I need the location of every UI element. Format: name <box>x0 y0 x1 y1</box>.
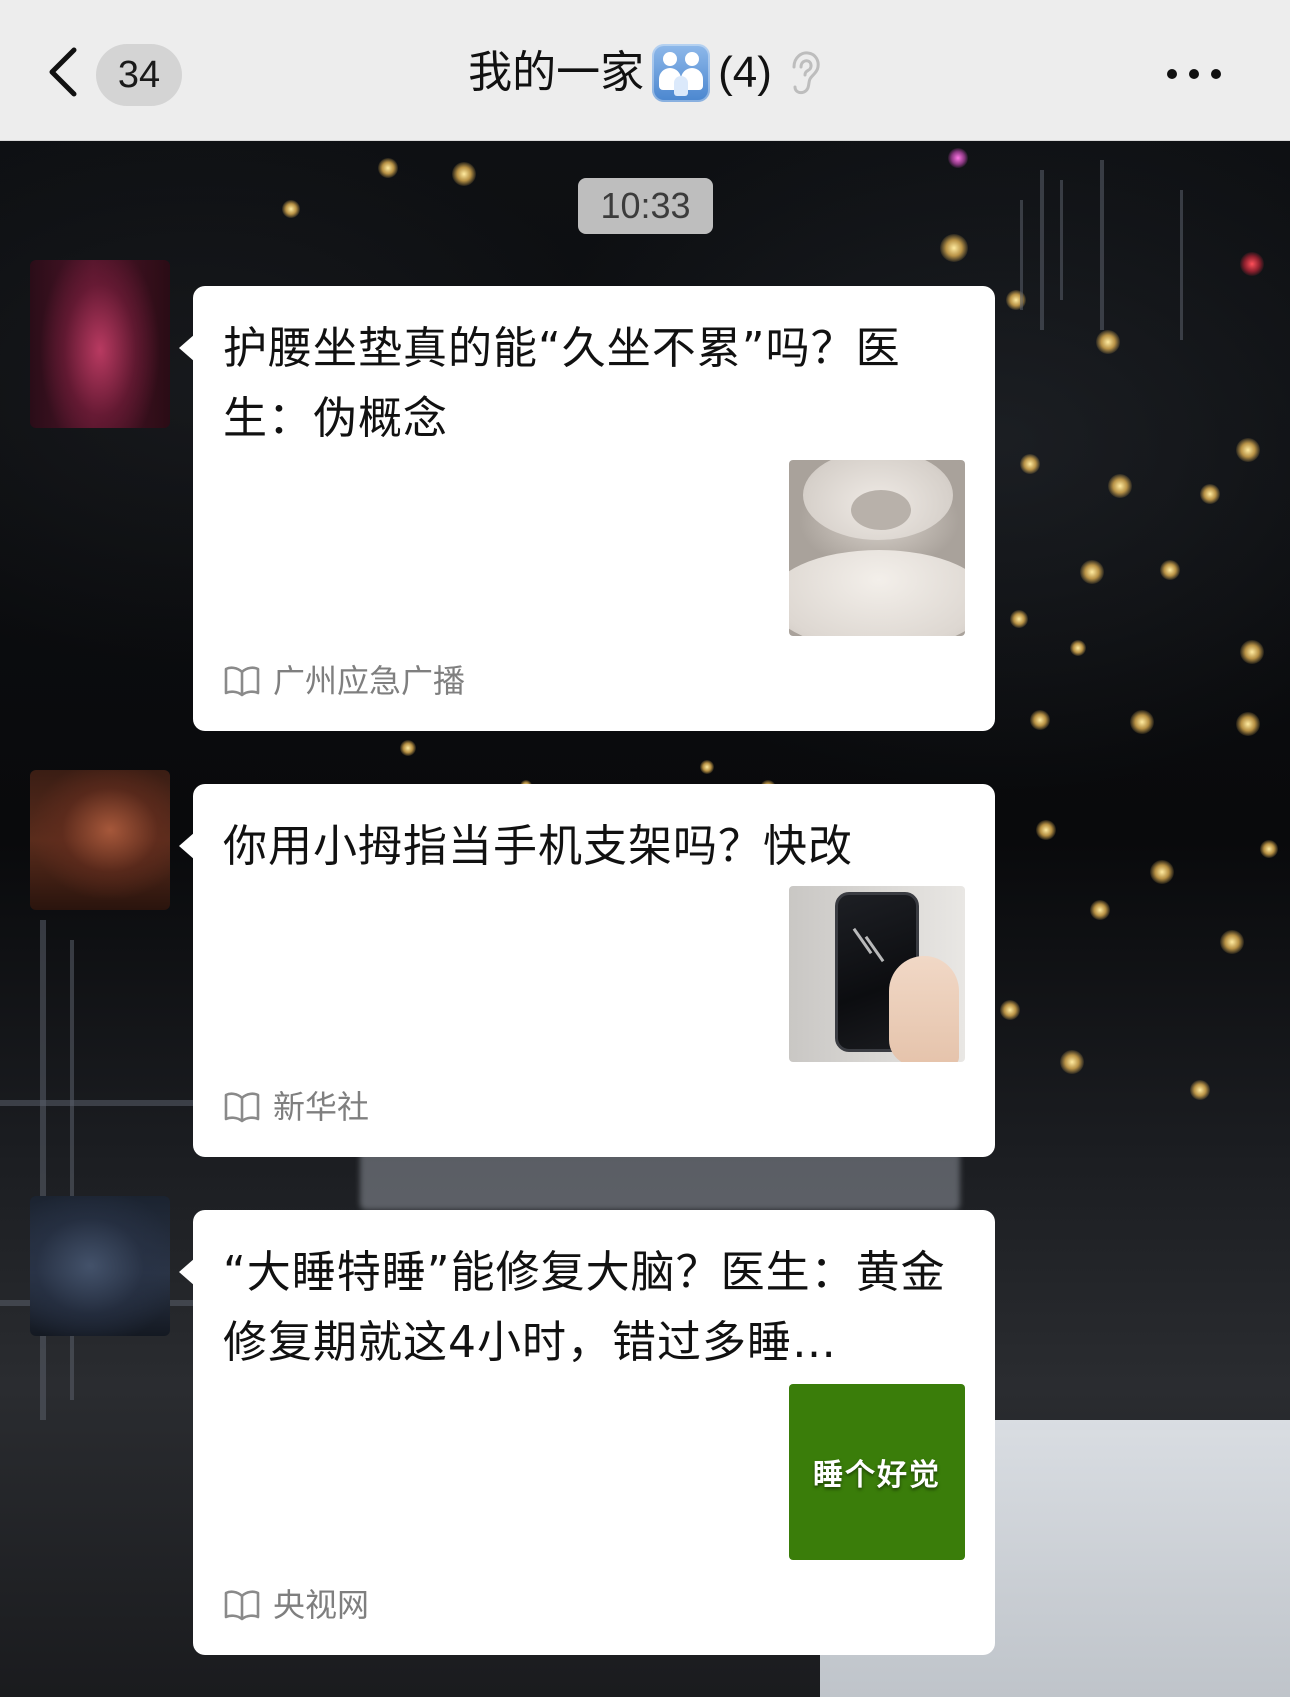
background-structure <box>1020 200 1023 310</box>
article-thumbnail <box>789 460 965 636</box>
sender-avatar[interactable] <box>30 770 170 910</box>
article-card[interactable]: 护腰坐垫真的能“久坐不累”吗？医生：伪概念 广州应急广播 <box>179 286 995 731</box>
background-structure <box>40 920 46 1420</box>
source-name: 广州应急广播 <box>273 662 466 700</box>
book-icon <box>224 1092 260 1123</box>
article-title: 护腰坐垫真的能“久坐不累”吗？医生：伪概念 <box>223 323 901 444</box>
background-structure <box>1060 180 1063 300</box>
ear-icon <box>792 51 820 95</box>
bokeh-light <box>452 162 476 186</box>
member-count: (4) <box>718 48 772 97</box>
article-thumbnail <box>789 886 965 1062</box>
thumbnail-text: 睡个好觉 <box>813 1458 941 1493</box>
family-icon <box>652 44 711 102</box>
bokeh-light <box>1260 840 1278 858</box>
bokeh-light <box>378 158 398 178</box>
article-source: 新华社 <box>223 1085 369 1129</box>
bokeh-light <box>1190 1080 1210 1100</box>
bokeh-light <box>1220 930 1244 954</box>
bokeh-light <box>700 760 714 774</box>
bokeh-light <box>1200 484 1220 504</box>
book-icon <box>224 666 260 697</box>
chat-title: 我的一家 <box>468 47 645 98</box>
article-title: “大睡特睡”能修复大脑？医生：黄金修复期就这4小时，错过多睡… <box>223 1247 946 1368</box>
chat-title-bar[interactable]: 我的一家 (4) <box>0 38 1290 108</box>
bokeh-light <box>1160 560 1180 580</box>
more-options-button[interactable] <box>1154 56 1234 92</box>
bokeh-light <box>1150 860 1174 884</box>
more-dots-icon <box>1167 69 1221 79</box>
article-card[interactable]: 你用小拇指当手机支架吗？快改 新华社 <box>179 784 995 1157</box>
bokeh-light <box>400 740 416 756</box>
bokeh-light <box>1236 438 1260 462</box>
sender-avatar[interactable] <box>30 1196 170 1336</box>
article-title: 你用小拇指当手机支架吗？快改 <box>223 821 853 872</box>
bokeh-light <box>1006 290 1026 310</box>
bokeh-light <box>1130 710 1154 734</box>
bokeh-light <box>1108 474 1132 498</box>
bokeh-light <box>1030 710 1050 730</box>
bokeh-light <box>1090 900 1110 920</box>
bokeh-light <box>940 234 968 262</box>
navigation-bar: 34 我的一家 (4) <box>0 0 1290 141</box>
source-name: 央视网 <box>273 1586 370 1624</box>
bokeh-light <box>1240 640 1264 664</box>
message-timestamp: 10:33 <box>578 178 713 234</box>
bokeh-light <box>1236 712 1260 736</box>
article-source: 央视网 <box>223 1583 369 1627</box>
article-thumbnail: 睡个好觉 <box>789 1384 965 1560</box>
bokeh-light <box>1000 1000 1020 1020</box>
bokeh-light <box>1080 560 1104 584</box>
bokeh-light <box>1060 1050 1084 1074</box>
bokeh-light <box>1096 330 1120 354</box>
bokeh-light <box>1020 454 1040 474</box>
sender-avatar[interactable] <box>30 260 170 428</box>
bokeh-light <box>1070 640 1086 656</box>
bokeh-light <box>948 148 968 168</box>
source-name: 新华社 <box>273 1088 370 1126</box>
background-structure <box>1040 170 1044 330</box>
book-icon <box>224 1590 260 1621</box>
bokeh-light <box>1240 252 1264 276</box>
article-source: 广州应急广播 <box>223 659 465 703</box>
bokeh-light <box>1010 610 1028 628</box>
bokeh-light <box>282 200 300 218</box>
article-card[interactable]: “大睡特睡”能修复大脑？医生：黄金修复期就这4小时，错过多睡… 睡个好觉 央视网 <box>179 1210 995 1655</box>
background-structure <box>1100 160 1104 330</box>
bokeh-light <box>1036 820 1056 840</box>
background-structure <box>1180 190 1183 340</box>
